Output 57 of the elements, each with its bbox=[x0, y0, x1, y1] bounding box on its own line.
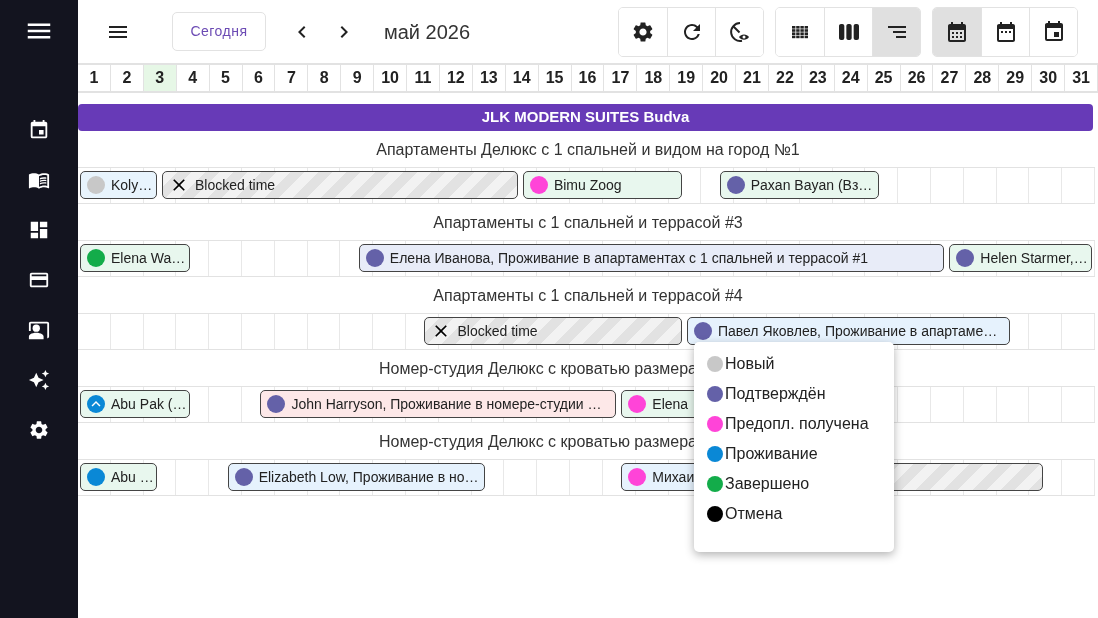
day-header-cell: 6 bbox=[242, 65, 276, 91]
day-header-cell: 27 bbox=[933, 65, 967, 91]
status-label: Предопл. получена bbox=[725, 414, 869, 434]
day-header-cell: 14 bbox=[505, 65, 539, 91]
booking-label: Abu Pak (… bbox=[111, 394, 187, 414]
day-header-cell: 17 bbox=[604, 65, 638, 91]
status-label: Отмена bbox=[725, 504, 783, 524]
day-header-cell: 12 bbox=[439, 65, 473, 91]
day-header-cell: 21 bbox=[736, 65, 769, 91]
day-header-cell: 18 bbox=[637, 65, 671, 91]
day-header-cell: 8 bbox=[308, 65, 342, 91]
status-label: Подтверждён bbox=[725, 384, 826, 404]
booking-label: Paxan Bayan (Вз… bbox=[750, 175, 873, 195]
booking-label: Elena Wa… bbox=[111, 248, 186, 268]
booking-label: Blocked time bbox=[457, 321, 538, 341]
booking-label: Blocked time bbox=[195, 175, 276, 195]
booking-label: Елена Иванова, Проживание в апартаментах с 1 спальней и террасой #1 bbox=[389, 248, 869, 268]
status-label: Проживание bbox=[725, 444, 818, 464]
booking-label: Михаи bbox=[652, 467, 695, 487]
day-header-cell: 2 bbox=[110, 65, 144, 91]
booking-label: Elena bbox=[652, 394, 689, 414]
day-header-cell: 11 bbox=[407, 65, 440, 91]
booking-label: Elizabeth Low, Проживание в но… bbox=[258, 467, 479, 487]
booking-label: Павел Яковлев, Проживание в апартаме… bbox=[717, 321, 998, 341]
status-label: Завершено bbox=[725, 474, 810, 494]
booking-label: John Harryson, Проживание в номере-студии … bbox=[291, 394, 602, 414]
day-header-cell: 31 bbox=[1065, 65, 1098, 91]
day-header-cell: 1 bbox=[78, 65, 111, 91]
status-label: Новый bbox=[725, 354, 775, 374]
day-header-cell: 13 bbox=[472, 65, 506, 91]
property-header: JLK MODERN SUITES Budva bbox=[78, 104, 1093, 131]
day-header-cell: 5 bbox=[209, 65, 243, 91]
day-header-cell: 25 bbox=[867, 65, 901, 91]
day-header-cell: 23 bbox=[801, 65, 835, 91]
day-header-cell: 22 bbox=[768, 65, 802, 91]
booking-label: Bimu Zoog bbox=[553, 175, 622, 195]
day-header-cell: 16 bbox=[571, 65, 605, 91]
day-header-cell: 20 bbox=[703, 65, 737, 91]
day-header-cell: 9 bbox=[341, 65, 375, 91]
day-header-cell: 19 bbox=[670, 65, 704, 91]
day-header-cell: 29 bbox=[999, 65, 1033, 91]
booking-label: Abu … bbox=[111, 467, 154, 487]
day-header-cell: 7 bbox=[275, 65, 309, 91]
day-header-cell: 15 bbox=[538, 65, 572, 91]
booking-label: Helen Starmer,… bbox=[980, 248, 1088, 268]
room-title: Апартаменты Делюкс с 1 спальней и видом на город №1 bbox=[376, 140, 800, 160]
day-header-cell: 26 bbox=[900, 65, 934, 91]
booking-label: Koly… bbox=[111, 175, 153, 195]
day-header-cell: 24 bbox=[834, 65, 868, 91]
month-title: май 2026 bbox=[384, 19, 471, 45]
room-title: Апартаменты с 1 спальней и террасой #3 bbox=[433, 213, 743, 233]
day-header-cell: 30 bbox=[1032, 65, 1066, 91]
day-header-cell: 4 bbox=[176, 65, 210, 91]
day-header-cell: 28 bbox=[966, 65, 1000, 91]
room-title: Апартаменты с 1 спальней и террасой #4 bbox=[433, 286, 743, 306]
day-header-cell: 10 bbox=[374, 65, 408, 91]
day-header-cell: 3 bbox=[143, 65, 177, 91]
